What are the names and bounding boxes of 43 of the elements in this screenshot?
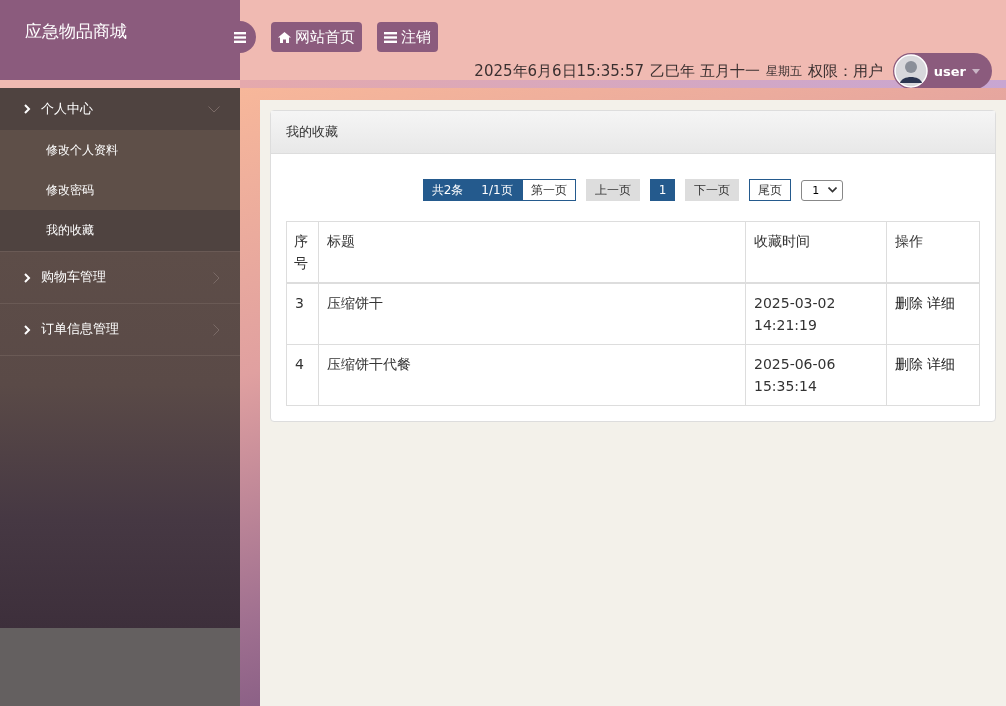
first-page-button[interactable]: 第一页 — [521, 179, 576, 201]
next-page-button[interactable]: 下一页 — [685, 179, 740, 201]
chevron-right-icon — [24, 324, 31, 335]
menu-icon — [234, 31, 246, 43]
date-time: 2025年6月6日15:35:57 — [474, 61, 644, 81]
delete-link[interactable]: 删除 — [895, 292, 923, 314]
caret-icon — [972, 68, 980, 74]
permission-label: 权限：用户 — [807, 61, 883, 81]
page-count-label: 共2条 — [422, 179, 473, 201]
avatar-icon — [893, 54, 928, 88]
home-button[interactable]: 网站首页 — [271, 22, 362, 52]
menu-icon — [384, 31, 397, 43]
panel-title: 我的收藏 — [286, 123, 338, 141]
table-cell: 4 — [286, 344, 319, 406]
chevron-right-icon — [24, 272, 31, 283]
detail-link[interactable]: 详细 — [927, 292, 955, 314]
caret-icon — [828, 187, 838, 193]
current-page-button[interactable]: 1 — [649, 179, 676, 201]
sidebar-submenu-item[interactable]: 修改密码 — [0, 170, 240, 210]
sidebar-submenu-item[interactable]: 修改个人资料 — [0, 130, 240, 170]
last-page-button[interactable]: 尾页 — [749, 179, 792, 201]
table-cell: 压缩饼干 — [318, 283, 746, 345]
table-cell: 2025-06-06 15:35:14 — [745, 344, 887, 406]
delete-link[interactable]: 删除 — [895, 353, 923, 375]
table-cell: 3 — [286, 283, 319, 345]
site-title: 应急物品商城 — [25, 21, 127, 41]
weekday: 星期五 — [765, 62, 802, 80]
home-icon — [278, 31, 291, 43]
detail-link[interactable]: 详细 — [927, 353, 955, 375]
column-header: 操作 — [886, 221, 980, 283]
column-header: 序号 — [286, 221, 319, 283]
page-select[interactable]: 1 — [801, 179, 844, 201]
table-cell: 压缩饼干代餐 — [318, 344, 746, 406]
user-menu-button[interactable]: user — [892, 53, 992, 89]
sidebar-submenu-item[interactable]: 我的收藏 — [0, 210, 240, 252]
logout-button[interactable]: 注销 — [377, 22, 438, 52]
column-header: 收藏时间 — [745, 221, 887, 283]
previous-page-button[interactable]: 上一页 — [585, 179, 640, 201]
column-header: 标题 — [318, 221, 746, 283]
lunar-date: 乙巳年 五月十一 — [650, 61, 760, 81]
chevron-right-icon — [24, 104, 31, 114]
table-cell: 2025-03-02 14:21:19 — [745, 283, 887, 345]
page-count-label: 1/1页 — [472, 179, 522, 201]
